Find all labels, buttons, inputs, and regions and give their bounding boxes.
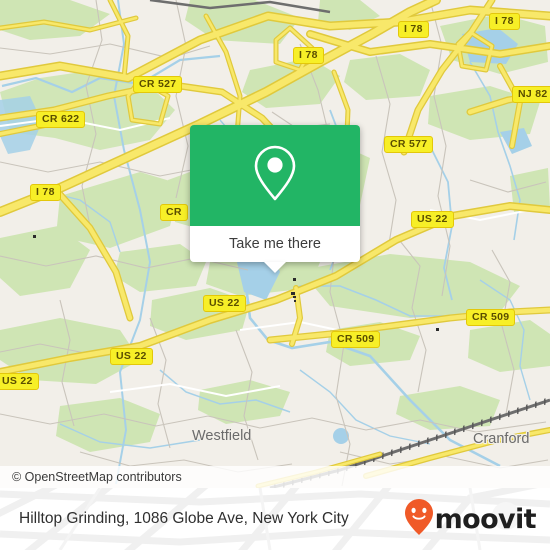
- popup-tail-pointer: [264, 262, 286, 273]
- moovit-logo[interactable]: moovit: [404, 498, 537, 541]
- popup-action-area[interactable]: Take me there: [190, 226, 360, 273]
- popup-image-area: [190, 125, 360, 226]
- place-label-westfield: Westfield: [192, 428, 252, 444]
- road-shield-us22-d: US 22: [0, 373, 39, 390]
- road-shield-us22-b: US 22: [203, 295, 246, 312]
- map-pin-icon: [252, 144, 298, 207]
- moovit-wordmark: moovit: [434, 503, 537, 535]
- moovit-smiley-pin-icon: [404, 498, 434, 541]
- take-me-there-label: Take me there: [229, 236, 321, 252]
- place-title: Hilltop Grinding, 1086 Globe Ave, New Yo…: [19, 510, 349, 527]
- map-attribution[interactable]: © OpenStreetMap contributors: [0, 466, 550, 488]
- moovit-map-screenshot: I 78 I 78 I 78 CR 527 NJ 82 CR 622 CR 577 I 78 C…: [0, 0, 550, 550]
- road-shield-us22-c: US 22: [110, 348, 153, 365]
- take-me-there-popup[interactable]: Take me there: [190, 125, 360, 273]
- footer-content: Hilltop Grinding, 1086 Globe Ave, New Yo…: [0, 488, 550, 550]
- road-shield-us22-a: US 22: [411, 211, 454, 228]
- road-shield-i78-b: I 78: [489, 13, 520, 30]
- road-shield-cr-partial: CR: [160, 204, 188, 221]
- footer-bar: Hilltop Grinding, 1086 Globe Ave, New Yo…: [0, 488, 550, 550]
- road-shield-cr527: CR 527: [133, 76, 183, 93]
- road-shield-cr577: CR 577: [384, 136, 434, 153]
- road-shield-cr622: CR 622: [36, 111, 86, 128]
- road-shield-cr509-a: CR 509: [466, 309, 516, 326]
- road-shield-cr509-b: CR 509: [331, 331, 381, 348]
- road-shield-nj82: NJ 82: [512, 86, 550, 103]
- attribution-text: © OpenStreetMap contributors: [12, 470, 182, 484]
- road-shield-i78-d: I 78: [30, 184, 61, 201]
- road-shield-i78-a: I 78: [398, 21, 429, 38]
- road-shield-i78-c: I 78: [293, 47, 324, 64]
- place-label-cranford: Cranford: [473, 431, 530, 447]
